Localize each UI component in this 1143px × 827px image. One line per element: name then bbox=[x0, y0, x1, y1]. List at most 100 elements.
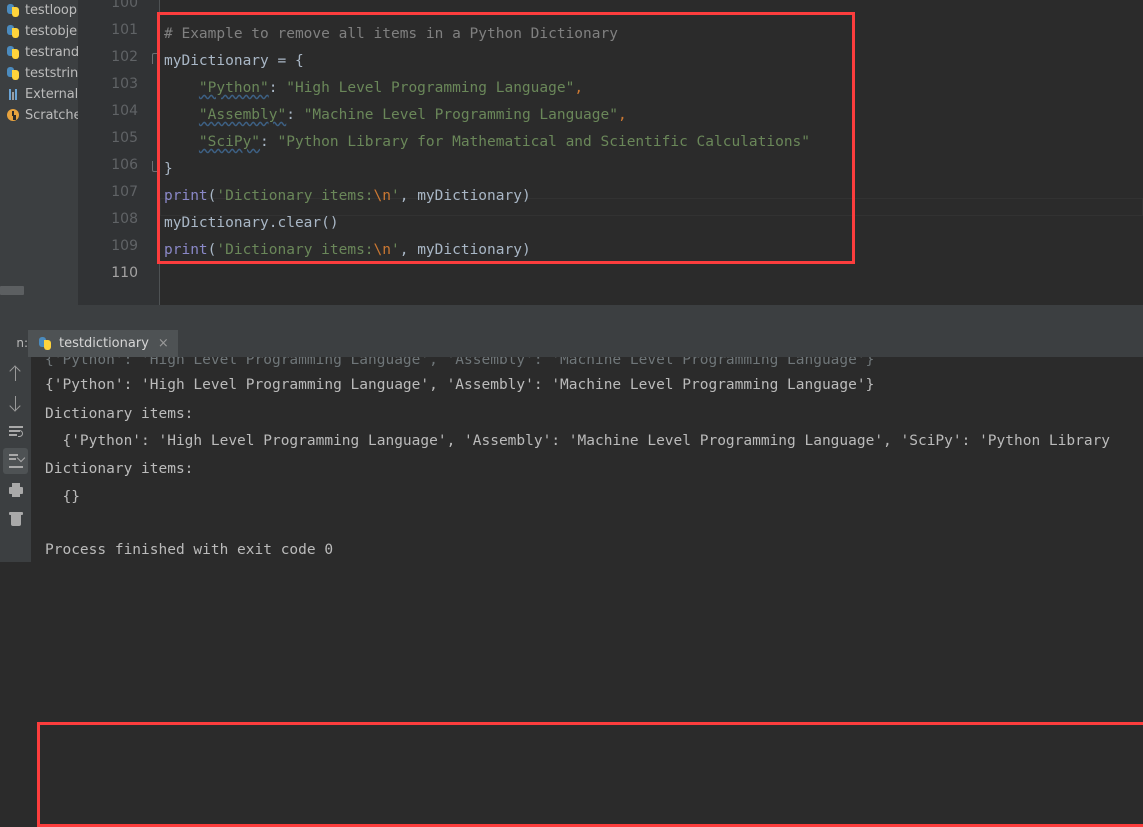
console-output-line: Dictionary items: bbox=[45, 461, 194, 477]
run-tool-window-label: n: bbox=[16, 336, 28, 350]
code-token: "High Level Programming Language" bbox=[286, 80, 575, 96]
code-token: , myDictionary) bbox=[399, 242, 531, 258]
python-file-icon bbox=[6, 66, 21, 81]
line-number-104: 104 bbox=[111, 103, 138, 119]
line-number-101: 101 bbox=[111, 22, 138, 38]
code-line-106: } bbox=[164, 160, 173, 178]
scroll-up-button[interactable] bbox=[3, 361, 28, 387]
code-token: 'Dictionary items: bbox=[216, 242, 374, 258]
code-token: , bbox=[617, 107, 627, 123]
code-line-105: "SciPy": "Python Library for Mathematica… bbox=[164, 133, 810, 151]
tree-item-label: Scratches a bbox=[25, 108, 78, 123]
code-token: "SciPy" bbox=[198, 134, 261, 150]
line-number-105: 105 bbox=[111, 130, 138, 146]
scroll-down-button[interactable] bbox=[3, 390, 28, 416]
code-token: ' bbox=[391, 188, 400, 204]
python-file-icon bbox=[38, 336, 53, 351]
tree-item-testloop[interactable]: testloop bbox=[0, 0, 78, 21]
print-button[interactable] bbox=[3, 477, 28, 503]
code-token: "Machine Level Programming Language" bbox=[303, 107, 618, 123]
arrow-down-icon bbox=[8, 395, 24, 411]
run-console-panel: n: testdictionary × {'Python': 'High Lev… bbox=[0, 330, 1143, 827]
trash-icon bbox=[8, 511, 24, 527]
tree-item-scratches-a[interactable]: Scratches a bbox=[0, 105, 78, 126]
line-number-106: 106 bbox=[111, 157, 138, 173]
code-line-103: "Python": "High Level Programming Langua… bbox=[164, 79, 583, 97]
library-icon bbox=[6, 87, 21, 102]
tree-item-external-lib[interactable]: External Lib bbox=[0, 84, 78, 105]
code-line-107: print('Dictionary items:\n', myDictionar… bbox=[164, 187, 531, 205]
editor-gutter[interactable]: 100 101 102 103 104 105 106 107 108 109 110 bbox=[78, 0, 163, 305]
tree-item-label: testobje bbox=[25, 24, 77, 39]
python-file-icon bbox=[6, 45, 21, 60]
code-token: myDictionary.clear() bbox=[164, 215, 339, 231]
project-tree-horizontal-scrollbar[interactable] bbox=[0, 286, 24, 295]
editor-region: testloop testobje testrand teststring Extern… bbox=[0, 0, 1143, 330]
console-output-line: {} bbox=[45, 489, 80, 505]
code-text-area[interactable]: # Example to remove all items in a Pytho… bbox=[160, 0, 1143, 305]
editor-bottom-strip bbox=[78, 305, 1143, 330]
console-output-line: Process finished with exit code 0 bbox=[45, 542, 334, 558]
console-output-line: {'Python': 'High Level Programming Langu… bbox=[45, 377, 875, 393]
console-output-line: Dictionary items: bbox=[45, 406, 194, 422]
tree-item-label: teststring bbox=[25, 66, 78, 81]
code-token: print bbox=[164, 242, 208, 258]
console-output-line-clipped: {'Python': 'High Level Programming Langu… bbox=[45, 357, 875, 368]
code-token: 'Dictionary items: bbox=[216, 188, 374, 204]
tree-item-label: testloop bbox=[25, 3, 77, 18]
code-token: "Python Library for Mathematical and Sci… bbox=[277, 134, 811, 150]
code-token: # Example to remove all items in a Pytho… bbox=[164, 26, 618, 42]
code-token: , bbox=[574, 80, 584, 96]
console-output-line: {'Python': 'High Level Programming Langu… bbox=[45, 433, 1111, 449]
code-line-109: print('Dictionary items:\n', myDictionar… bbox=[164, 241, 531, 259]
line-number-100: 100 bbox=[111, 0, 138, 11]
code-line-102: myDictionary = { bbox=[164, 52, 304, 70]
scroll-to-end-icon bbox=[8, 453, 24, 469]
line-number-107: 107 bbox=[111, 184, 138, 200]
code-token: \n bbox=[373, 242, 391, 258]
soft-wrap-icon bbox=[8, 424, 24, 440]
line-number-109: 109 bbox=[111, 238, 138, 254]
code-token: , myDictionary) bbox=[399, 188, 531, 204]
code-token: myDictionary = { bbox=[164, 53, 304, 69]
code-line-101: # Example to remove all items in a Pytho… bbox=[164, 25, 618, 43]
code-line-108: myDictionary.clear() bbox=[164, 214, 339, 232]
python-file-icon bbox=[6, 3, 21, 18]
python-file-icon bbox=[6, 24, 21, 39]
arrow-up-icon bbox=[8, 366, 24, 382]
clear-all-button[interactable] bbox=[3, 506, 28, 532]
run-tab-testdictionary[interactable]: testdictionary × bbox=[28, 330, 178, 357]
line-number-102: 102 bbox=[111, 49, 138, 65]
soft-wrap-button[interactable] bbox=[3, 419, 28, 445]
output-highlight-box bbox=[37, 722, 1143, 827]
tree-item-testrand[interactable]: testrand bbox=[0, 42, 78, 63]
code-token: "Python" bbox=[198, 80, 269, 96]
code-token: "Assembly" bbox=[198, 107, 287, 123]
code-token: : bbox=[260, 134, 278, 150]
code-token: : bbox=[268, 80, 287, 96]
console-output-area[interactable]: {'Python': 'High Level Programming Langu… bbox=[31, 357, 1143, 562]
code-token: } bbox=[164, 161, 173, 177]
scratches-icon bbox=[6, 108, 21, 123]
pycharm-ide-window: testloop testobje testrand teststring Extern… bbox=[0, 0, 1143, 827]
project-tree-panel[interactable]: testloop testobje testrand teststring Extern… bbox=[0, 0, 78, 305]
console-toolbar[interactable] bbox=[0, 357, 31, 562]
run-tab-label: testdictionary bbox=[59, 336, 149, 351]
code-token: : bbox=[286, 107, 304, 123]
code-editor[interactable]: 100 101 102 103 104 105 106 107 108 109 110 # Exam… bbox=[78, 0, 1143, 305]
close-icon[interactable]: × bbox=[158, 337, 169, 350]
code-line-104: "Assembly": "Machine Level Programming L… bbox=[164, 106, 627, 124]
line-number-108: 108 bbox=[111, 211, 138, 227]
line-number-110: 110 bbox=[111, 265, 138, 281]
printer-icon bbox=[8, 482, 24, 498]
scroll-to-end-button[interactable] bbox=[3, 448, 28, 474]
tree-item-testobje[interactable]: testobje bbox=[0, 21, 78, 42]
line-number-103: 103 bbox=[111, 76, 138, 92]
run-tool-window-tabstrip: n: testdictionary × bbox=[0, 330, 1143, 357]
tree-item-teststring[interactable]: teststring bbox=[0, 63, 78, 84]
tree-item-label: testrand bbox=[25, 45, 78, 60]
project-tree-bottom-strip bbox=[0, 305, 78, 330]
